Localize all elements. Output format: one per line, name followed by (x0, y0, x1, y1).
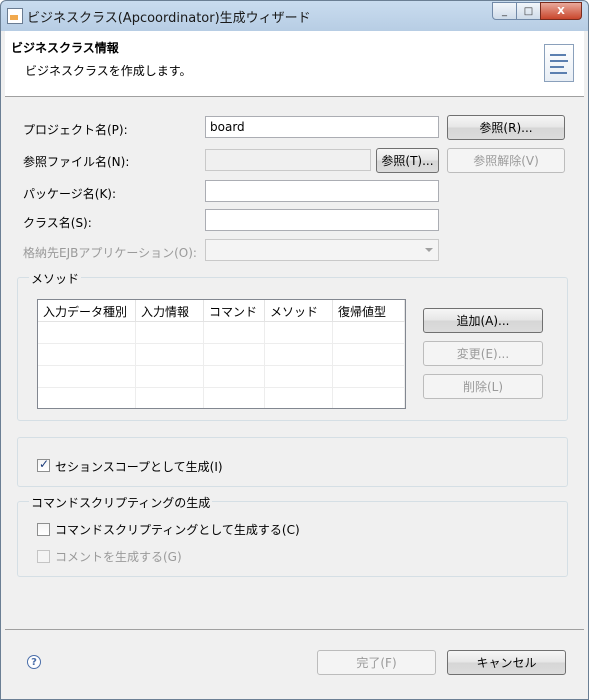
generate-scripting-label[interactable]: コマンドスクリプティングとして生成する(C) (55, 521, 300, 538)
class-input[interactable] (205, 209, 439, 231)
footer-separator (5, 629, 584, 630)
column-header[interactable]: 入力データ種別 (38, 300, 136, 321)
table-row[interactable] (38, 366, 405, 388)
edit-method-button[interactable]: 変更(E)... (423, 341, 543, 366)
session-scope-checkbox[interactable] (37, 457, 50, 472)
table-row[interactable] (38, 388, 405, 408)
project-label: プロジェクト名(P): (23, 123, 128, 137)
app-icon (7, 8, 23, 24)
table-row[interactable] (38, 344, 405, 366)
scripting-group-title: コマンドスクリプティングの生成 (29, 494, 213, 511)
package-label: パッケージ名(K): (23, 187, 117, 201)
column-header[interactable]: メソッド (265, 300, 333, 321)
page-description: ビジネスクラスを作成します。 (25, 64, 192, 78)
methods-table-header: 入力データ種別 入力情報 コマンド メソッド 復帰値型 (38, 300, 405, 322)
ejb-app-combo[interactable] (205, 239, 439, 261)
delete-method-button[interactable]: 削除(L) (423, 374, 543, 399)
wizard-content: プロジェクト名(P): 参照(R)... 参照ファイル名(N): 参照(T)..… (5, 97, 584, 697)
maximize-button[interactable]: □ (516, 2, 541, 20)
project-input[interactable] (205, 116, 439, 138)
clear-ref-button[interactable]: 参照解除(V) (447, 148, 565, 173)
generate-comment-checkbox[interactable] (37, 550, 50, 563)
session-scope-label[interactable]: セションスコープとして生成(I) (55, 458, 223, 475)
finish-button[interactable]: 完了(F) (317, 650, 436, 675)
table-row[interactable] (38, 322, 405, 344)
page-title: ビジネスクラス情報 (11, 41, 119, 55)
dropdown-arrow-icon (425, 248, 433, 252)
column-header[interactable]: 復帰値型 (333, 300, 405, 321)
browse-ref-file-button[interactable]: 参照(T)... (376, 148, 439, 173)
window-controls: _ □ X (492, 2, 582, 21)
browse-project-button[interactable]: 参照(R)... (447, 115, 565, 140)
generate-comment-label[interactable]: コメントを生成する(G) (55, 548, 182, 565)
add-method-button[interactable]: 追加(A)... (423, 308, 543, 333)
class-label: クラス名(S): (23, 216, 92, 230)
methods-table[interactable]: 入力データ種別 入力情報 コマンド メソッド 復帰値型 (37, 299, 406, 409)
generate-scripting-checkbox[interactable] (37, 523, 50, 536)
column-header[interactable]: 入力情報 (136, 300, 204, 321)
help-icon[interactable]: ? (27, 655, 41, 669)
minimize-button[interactable]: _ (492, 2, 517, 20)
methods-group-title: メソッド (29, 270, 82, 287)
scripting-group (17, 501, 568, 577)
ref-file-input[interactable] (205, 149, 371, 171)
package-input[interactable] (205, 180, 439, 202)
ref-file-label: 参照ファイル名(N): (23, 155, 130, 169)
close-button[interactable]: X (540, 2, 582, 20)
cancel-button[interactable]: キャンセル (447, 650, 566, 675)
document-icon (544, 44, 574, 82)
title-bar[interactable]: ビジネスクラス(Apcoordinator)生成ウィザード _ □ X (1, 1, 588, 31)
wizard-header: ビジネスクラス情報 ビジネスクラスを作成します。 (5, 31, 584, 97)
ejb-app-label: 格納先EJBアプリケーション(O): (23, 246, 197, 260)
wizard-window: ビジネスクラス(Apcoordinator)生成ウィザード _ □ X ビジネス… (0, 0, 589, 700)
column-header[interactable]: コマンド (204, 300, 265, 321)
window-title: ビジネスクラス(Apcoordinator)生成ウィザード (27, 11, 311, 26)
